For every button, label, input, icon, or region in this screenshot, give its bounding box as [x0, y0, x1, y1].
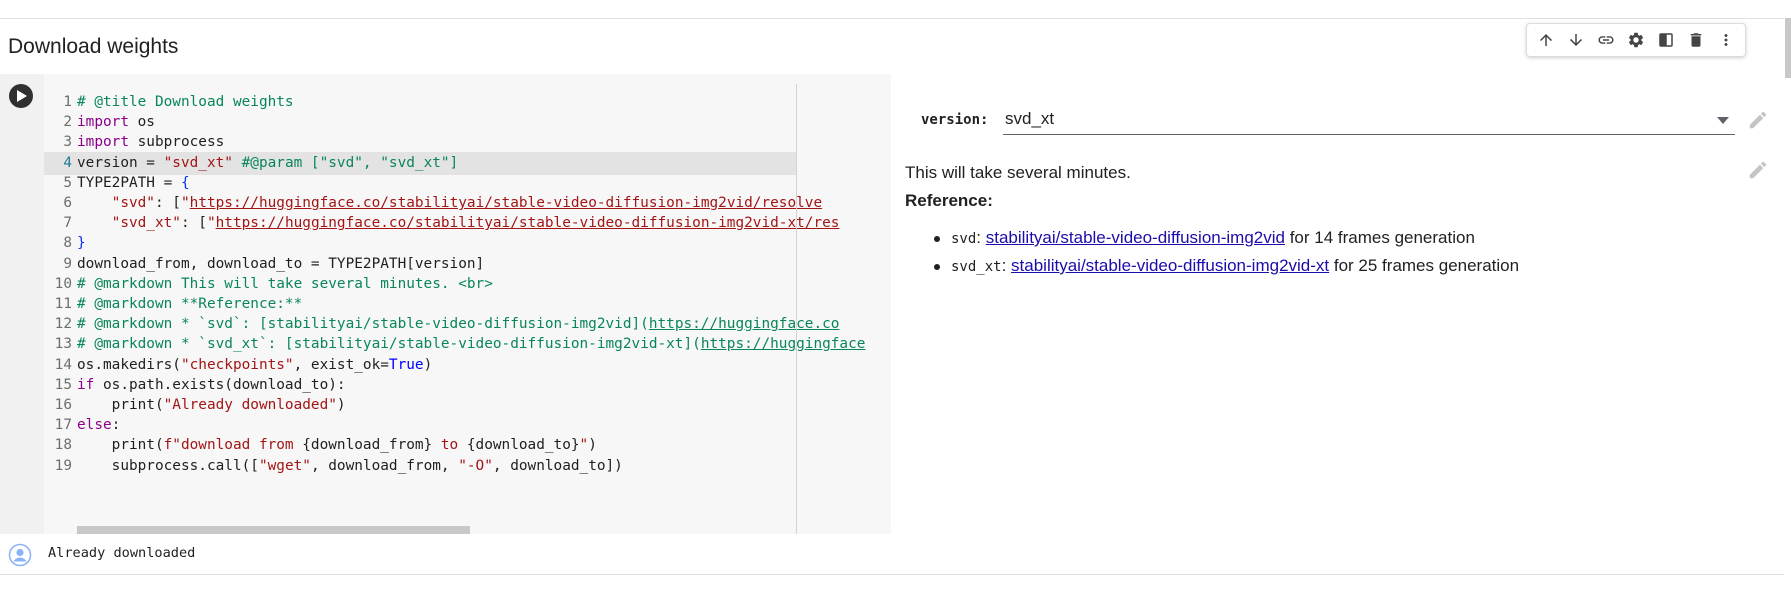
line-text: # @markdown * `svd_xt`: [stabilityai/sta…	[77, 336, 866, 353]
move-down-button[interactable]	[1563, 27, 1589, 53]
pencil-icon	[1749, 161, 1767, 179]
markdown-reference-heading: Reference:	[905, 191, 993, 210]
vertical-scrollbar[interactable]	[1785, 18, 1791, 78]
list-item-suffix: for 25 frames generation	[1329, 256, 1520, 275]
reference-link-svd-xt[interactable]: stabilityai/stable-video-diffusion-img2v…	[1011, 256, 1329, 275]
link-icon	[1598, 36, 1614, 44]
cell-gutter	[0, 74, 44, 534]
list-item: svd: stabilityai/stable-video-diffusion-…	[933, 224, 1519, 252]
line-text: import subprocess	[77, 134, 225, 151]
line-text: "svd": ["https://huggingface.co/stabilit…	[111, 195, 823, 211]
cell-output: Already downloaded	[0, 534, 1784, 574]
pencil-icon	[1749, 111, 1767, 129]
run-cell-button[interactable]	[9, 84, 33, 108]
line-text: # @markdown * `svd`: [stabilityai/stable…	[77, 316, 840, 333]
list-item-suffix: for 14 frames generation	[1284, 228, 1475, 247]
inline-code: svd_xt	[951, 259, 1002, 275]
code-editor[interactable]: 1 # @title Download weights 2 import os 3 imp…	[44, 74, 891, 534]
chevron-down-icon	[1717, 117, 1729, 124]
line-text: "svd_xt": ["https://huggingface.co/stabi…	[111, 215, 840, 232]
editor-ruler	[796, 84, 797, 534]
line-number: 19	[54, 457, 72, 474]
reference-link-svd[interactable]: stabilityai/stable-video-diffusion-img2v…	[986, 228, 1285, 247]
line-text: # @markdown **Reference:**	[77, 296, 303, 312]
line-text: version = "svd_xt" #@param ["svd", "svd_…	[77, 154, 459, 171]
mirror-icon	[1659, 33, 1673, 47]
list-item: svd_xt: stabilityai/stable-video-diffusi…	[933, 252, 1520, 280]
line-text: # @markdown This will take several minut…	[77, 275, 493, 292]
version-select-value: svd_xt	[1005, 109, 1055, 128]
arrow-down-icon	[1570, 34, 1582, 46]
trash-icon	[1690, 33, 1702, 47]
param-label-version: version:	[921, 112, 989, 128]
more-vert-icon	[1724, 34, 1728, 46]
markdown-content: This will take several minutes. Referenc…	[905, 159, 1519, 280]
move-up-button[interactable]	[1533, 27, 1559, 53]
copy-link-button[interactable]	[1593, 27, 1619, 53]
line-text: else:	[77, 417, 121, 434]
notebook-cell[interactable]: Download weights 1 # @title Download weig…	[0, 18, 1784, 575]
reference-list: svd: stabilityai/stable-video-diffusion-…	[905, 224, 1519, 280]
gear-icon	[1628, 32, 1644, 48]
version-select[interactable]: svd_xt	[1003, 104, 1735, 135]
inline-code: svd	[951, 231, 977, 247]
line-text: import os	[77, 114, 155, 131]
play-icon	[17, 90, 27, 102]
code-line: 19 subprocess.call(["wget", download_fro…	[44, 455, 796, 478]
line-text: print("Already downloaded")	[77, 397, 346, 413]
line-text: }	[77, 235, 86, 252]
edit-markdown-button[interactable]	[1747, 159, 1769, 181]
arrow-up-icon	[1540, 34, 1552, 46]
output-text: Already downloaded	[48, 545, 196, 561]
cell-toolbar	[1526, 23, 1746, 57]
account-circle-icon	[8, 543, 32, 567]
mirror-button[interactable]	[1653, 27, 1679, 53]
line-text: subprocess.call(["wget", download_from, …	[77, 457, 623, 474]
line-text: download_from, download_to = TYPE2PATH[v…	[77, 255, 485, 272]
output-avatar-icon[interactable]	[8, 543, 32, 567]
markdown-text: This will take several minutes.	[905, 163, 1131, 182]
cell-title: Download weights	[8, 35, 179, 58]
horizontal-scrollbar[interactable]	[77, 526, 470, 534]
form-panel: version: svd_xt This will take several m…	[891, 74, 1784, 534]
settings-button[interactable]	[1623, 27, 1649, 53]
line-text: TYPE2PATH = {	[77, 174, 190, 191]
delete-button[interactable]	[1683, 27, 1709, 53]
edit-param-button[interactable]	[1747, 109, 1769, 131]
line-text: os.makedirs("checkpoints", exist_ok=True…	[77, 356, 433, 373]
line-text: # @title Download weights	[77, 94, 294, 110]
line-text: print(f"download from {download_from} to…	[77, 437, 597, 454]
more-button[interactable]	[1713, 27, 1739, 53]
line-text: if os.path.exists(download_to):	[77, 376, 346, 393]
